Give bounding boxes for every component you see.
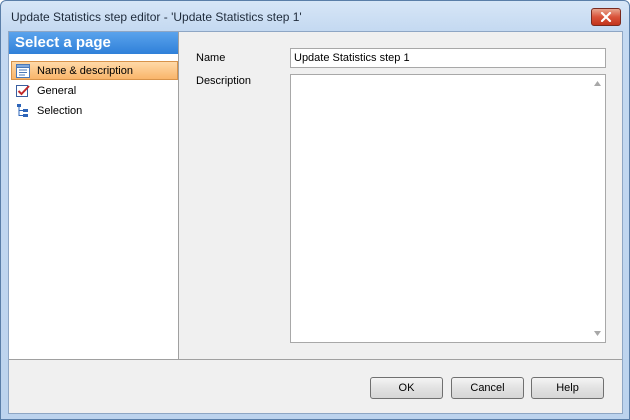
window-title: Update Statistics step editor - 'Update … [11,10,302,24]
name-label: Name [196,52,226,64]
description-scrollbar[interactable] [590,75,605,342]
nav-item-name-description[interactable]: Name & description [11,61,178,80]
document-list-icon [15,63,31,79]
select-page-header: Select a page [9,32,178,54]
nav-item-selection[interactable]: Selection [11,101,178,120]
footer-divider [9,359,622,360]
nav-item-label: Selection [37,104,83,117]
scroll-down-arrow-icon[interactable] [593,329,602,338]
nav-item-general[interactable]: General [11,81,178,100]
name-input[interactable] [290,48,606,68]
help-button[interactable]: Help [531,377,604,399]
close-icon [600,12,612,22]
description-textarea[interactable] [290,74,606,343]
ok-button[interactable]: OK [370,377,443,399]
description-label: Description [196,75,252,87]
page-content-panel: Name Description [180,32,622,359]
dialog-window: Update Statistics step editor - 'Update … [0,0,630,420]
nav-item-label: General [37,84,77,97]
dialog-client-area: Select a page Name & description General… [8,31,623,414]
scroll-up-arrow-icon[interactable] [593,79,602,88]
close-button[interactable] [591,8,621,26]
nav-item-label: Name & description [37,64,133,77]
title-bar[interactable]: Update Statistics step editor - 'Update … [1,1,629,31]
cancel-button[interactable]: Cancel [451,377,524,399]
checkbox-checked-icon [15,83,31,99]
page-navigation-panel: Select a page Name & description General… [9,32,179,359]
tree-icon [15,103,31,119]
